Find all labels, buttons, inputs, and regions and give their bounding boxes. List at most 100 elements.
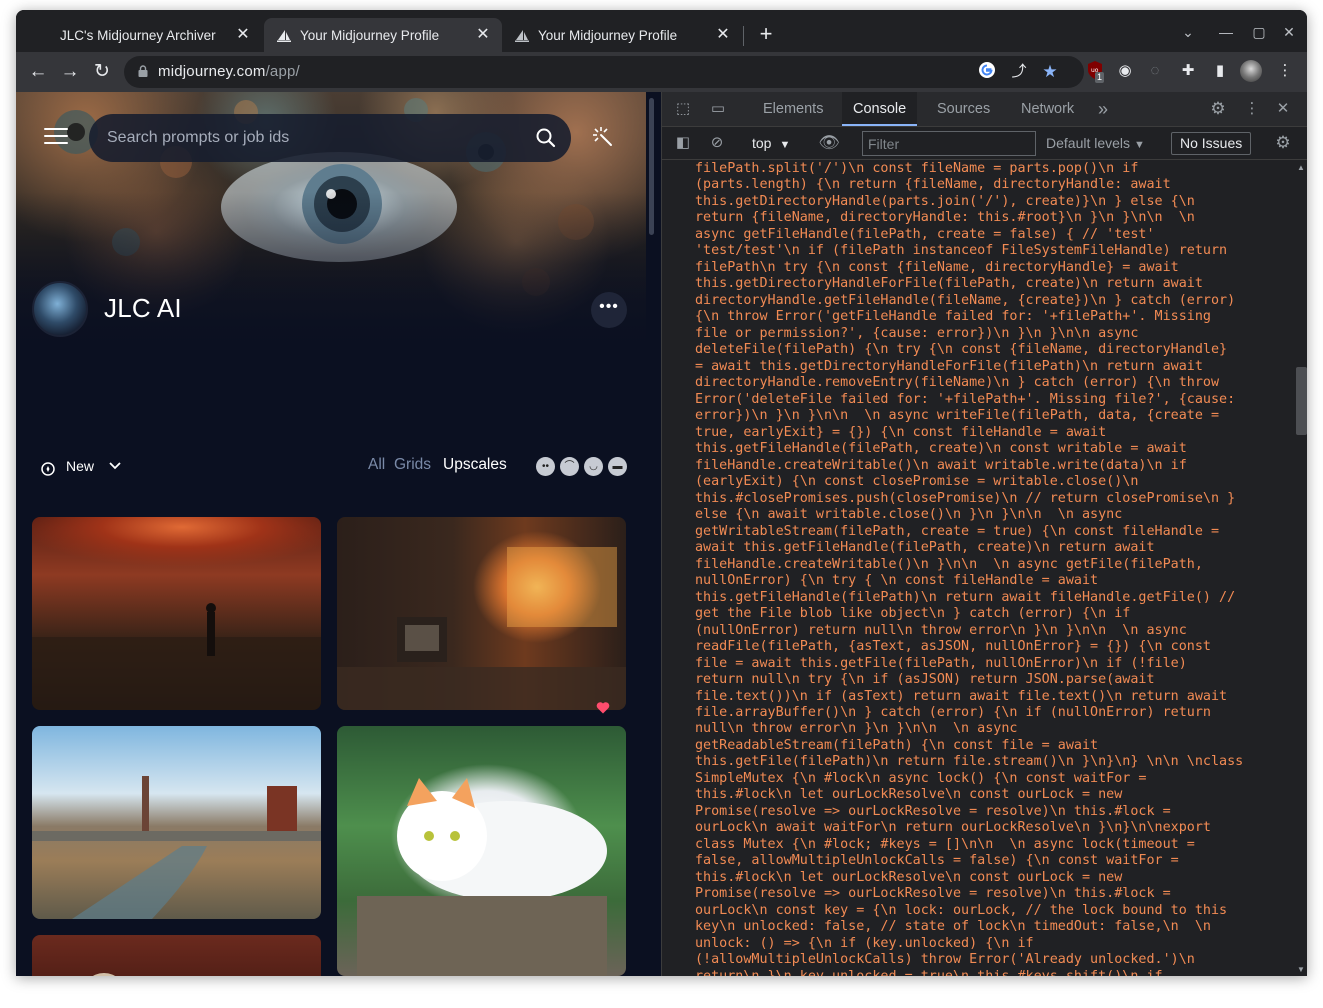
context-selector[interactable]: top ▼ [752,135,790,151]
console-line: return {fileName, directoryHandle: this.… [695,210,1195,226]
tab-profile[interactable]: Your Midjourney Profile ✕ [504,18,742,52]
more-options-button[interactable]: ••• [591,292,627,328]
browser-window: JLC's Midjourney Archiver ✕ Your Midjour… [16,10,1307,976]
chevron-down-icon[interactable] [108,458,122,472]
console-line: file.text())\n if (asText) return await … [695,688,1228,704]
filter-tab-all[interactable]: All [368,456,385,474]
search-input[interactable] [107,126,507,150]
tab-profile-active[interactable]: Your Midjourney Profile ✕ [264,18,502,52]
devtools-tab-network[interactable]: Network [1010,92,1085,126]
forward-arrow-icon[interactable]: → [58,60,82,84]
console-settings-gear-icon[interactable]: ⚙ [1272,132,1294,154]
tab-close-icon[interactable]: ✕ [474,26,492,44]
sidebar-toggle-icon[interactable]: ◧ [672,132,694,154]
gallery-image-industrial-ruins[interactable] [32,726,321,919]
console-line: file.arrayBuffer()\n } catch (error) {\n… [695,704,1211,720]
tab-archiver[interactable]: JLC's Midjourney Archiver ✕ [46,18,262,52]
face-frown-icon[interactable]: ⌒ [560,457,579,476]
console-line: 'test/test'\n if (filePath instanceof Fi… [695,243,1228,259]
console-line: Promise(resolve => ourLockResolve = reso… [695,803,1171,819]
spy-extension-icon[interactable]: ◉ [1114,60,1136,82]
heart-icon[interactable] [596,701,610,714]
gallery-image-ruined-room[interactable] [337,517,626,710]
extension-badge: 1 [1095,72,1105,83]
more-tabs-chevron-icon[interactable]: » [1092,98,1114,120]
console-filter-input[interactable] [862,131,1036,156]
share-icon[interactable]: ⤴ [1008,61,1030,83]
console-line: return null\n try {\n if (asJSON) return… [695,672,1155,688]
magic-wand-sparkle-icon[interactable] [592,126,614,148]
gallery-image-wasteland-figure[interactable] [32,517,321,710]
search-icon[interactable] [536,128,556,148]
maximize-icon[interactable]: ▢ [1249,22,1269,42]
log-levels-dropdown[interactable]: Default levels ▼ [1046,135,1145,151]
console-line: this.getFileHandle(filePath)\n return aw… [695,589,1236,605]
side-panel-icon[interactable]: ▮ [1209,60,1231,82]
ublock-extension-icon[interactable]: uo 1 [1084,60,1106,83]
settings-gear-icon[interactable]: ⚙ [1207,98,1229,120]
face-sunglasses-icon[interactable]: ▬ [608,457,627,476]
tab-title: Your Midjourney Profile [538,27,678,43]
browser-menu-icon[interactable]: ⋮ [1274,60,1296,82]
partial-scene [92,973,116,976]
tab-title: Your Midjourney Profile [300,27,440,43]
tab-close-icon[interactable]: ✕ [714,26,732,44]
console-line: this.getFile(filePath)\n return file.str… [695,754,1244,770]
scroll-down-arrow-icon[interactable]: ▼ [1297,965,1305,974]
console-line: return\n }\n key.unlocked = true\n this.… [695,969,1255,976]
console-line: = await this.getDirectoryHandleForFile(f… [695,358,1203,374]
industrial-ruins-scene [32,776,321,919]
profile-avatar [32,281,88,337]
profile-username: JLC AI [104,293,182,323]
console-line: this.#lock\n let ourLockResolve\n const … [695,869,1123,885]
browser-toolbar: ← → ↻ midjourney.com/app/ ⤴ ★ uo 1 ◉ ◌ ✚… [16,52,1307,92]
console-output[interactable]: filePath.split('/')\n const fileName = p… [662,161,1292,976]
back-arrow-icon[interactable]: ← [26,60,50,84]
profile-avatar-icon[interactable] [1240,60,1262,82]
console-line: class Mutex {\n #lock; #keys = []\n\n \n… [695,836,1195,852]
filter-tab-upscales[interactable]: Upscales [443,456,507,474]
inspect-element-icon[interactable]: ⬚ [672,98,694,120]
face-neutral-icon[interactable]: •• [536,457,555,476]
console-line: fileHandle.createWritable()\n }\n\n \n a… [695,556,1203,572]
clear-console-icon[interactable]: ⊘ [706,132,728,154]
tab-search-chevron-icon[interactable]: ⌄ [1178,22,1198,42]
live-expression-eye-icon[interactable]: 👁 [818,132,840,154]
devtools-tab-console[interactable]: Console [842,92,918,126]
scroll-up-arrow-icon[interactable]: ▲ [1297,163,1305,172]
devtools-tab-sources[interactable]: Sources [926,92,1001,126]
console-line: SimpleMutex {\n #lock\n async lock() {\n… [695,770,1147,786]
filter-tab-grids[interactable]: Grids [394,456,431,474]
device-toolbar-icon[interactable]: ▭ [707,98,729,120]
new-tab-plus-icon[interactable]: + [754,22,778,46]
reload-icon[interactable]: ↻ [90,60,114,84]
extensions-puzzle-icon[interactable]: ✚ [1177,60,1199,82]
sort-new-icon [41,462,55,476]
console-scrollbar[interactable]: ▲ ▼ [1294,161,1307,976]
url-host: midjourney.com [158,63,266,80]
sort-dropdown-label[interactable]: New [66,458,94,474]
devtools-tab-elements[interactable]: Elements [752,92,834,126]
bookmark-star-icon[interactable]: ★ [1039,61,1061,83]
devtools-close-icon[interactable]: ✕ [1272,98,1294,120]
page-scrollbar[interactable] [649,98,654,235]
console-line: unlock: () => {\n if (key.unlocked) {\n … [695,935,1034,951]
google-lens-icon[interactable] [976,61,998,83]
window-close-icon[interactable]: ✕ [1279,22,1299,42]
context-label: top [752,135,772,151]
issues-button[interactable]: No Issues [1171,132,1252,155]
devtools-menu-icon[interactable]: ⋮ [1241,98,1263,120]
hamburger-menu-icon[interactable] [44,128,68,146]
gallery-image-partial[interactable] [32,935,321,976]
banner-gradient-overlay [16,192,646,352]
tab-close-icon[interactable]: ✕ [234,26,252,44]
face-grin-icon[interactable]: ◡ [584,457,603,476]
minimize-icon[interactable]: — [1216,22,1236,42]
search-bar[interactable] [89,114,571,162]
address-bar[interactable]: midjourney.com/app/ ⤴ ★ [124,56,1084,88]
disabled-extension-icon[interactable]: ◌ [1144,60,1166,82]
console-line: readFile(filePath, {asText, asJSON, null… [695,639,1211,655]
gallery-image-white-cat[interactable] [337,726,626,976]
scrollbar-thumb[interactable] [1296,367,1307,435]
white-cat-scene [357,778,607,976]
